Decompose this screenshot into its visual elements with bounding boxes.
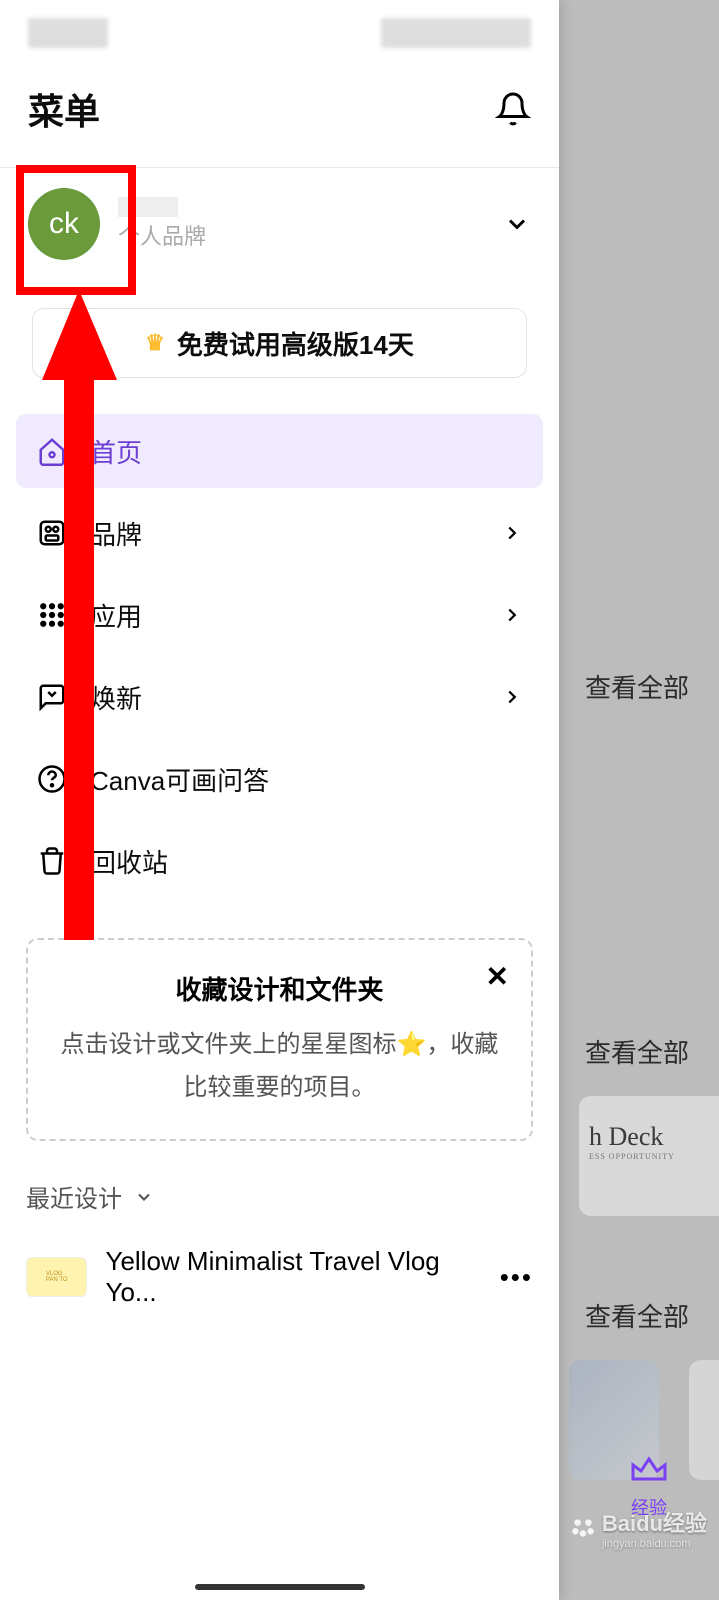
bell-icon[interactable]: [495, 91, 531, 127]
tip-text: 点击设计或文件夹上的星星图标⭐，收藏比较重要的项目。: [52, 1023, 507, 1109]
status-right-blur: [381, 18, 531, 48]
view-all-link-2: 查看全部: [585, 1033, 689, 1070]
chevron-right-icon: [501, 522, 523, 544]
tip-box: ✕ 收藏设计和文件夹 点击设计或文件夹上的星星图标⭐，收藏比较重要的项目。: [26, 938, 533, 1141]
crown-icon: ♛: [145, 330, 165, 356]
annotation-arrow: [42, 290, 117, 940]
recent-design-item[interactable]: VLOGPAN TO Yellow Minimalist Travel Vlog…: [0, 1230, 559, 1324]
chevron-down-icon: [134, 1187, 154, 1207]
status-bar: [0, 0, 559, 65]
sidebar-header: 菜单: [0, 65, 559, 167]
design-title: Yellow Minimalist Travel Vlog Yo...: [105, 1246, 481, 1308]
recent-designs-header[interactable]: 最近设计: [0, 1171, 559, 1230]
bg-template-card-3: [689, 1360, 719, 1480]
trial-label: 免费试用高级版14天: [177, 325, 414, 362]
home-indicator: [195, 1584, 365, 1590]
view-all-link-1: 查看全部: [585, 668, 689, 705]
watermark: Baidu经验 jingyan.baidu.com: [570, 1506, 707, 1550]
bg-template-card: h Deck ESS OPPORTUNITY: [579, 1096, 719, 1216]
design-thumbnail: VLOGPAN TO: [26, 1257, 87, 1297]
background-dimmed: 料 文档 查看全部 查看全部 h Deck ESS OPPORTUNITY 查看…: [559, 0, 719, 1600]
chevron-right-icon: [501, 686, 523, 708]
status-left-blur: [28, 18, 108, 48]
chevron-right-icon: [501, 604, 523, 626]
tip-close-button[interactable]: ✕: [486, 960, 509, 993]
view-all-link-3: 查看全部: [585, 1297, 689, 1334]
chevron-down-icon[interactable]: [503, 210, 531, 238]
recent-label: 最近设计: [26, 1179, 122, 1214]
annotation-highlight-box: [16, 165, 136, 295]
more-options-button[interactable]: •••: [500, 1262, 533, 1293]
menu-title: 菜单: [28, 83, 100, 135]
tip-title: 收藏设计和文件夹: [52, 970, 507, 1007]
